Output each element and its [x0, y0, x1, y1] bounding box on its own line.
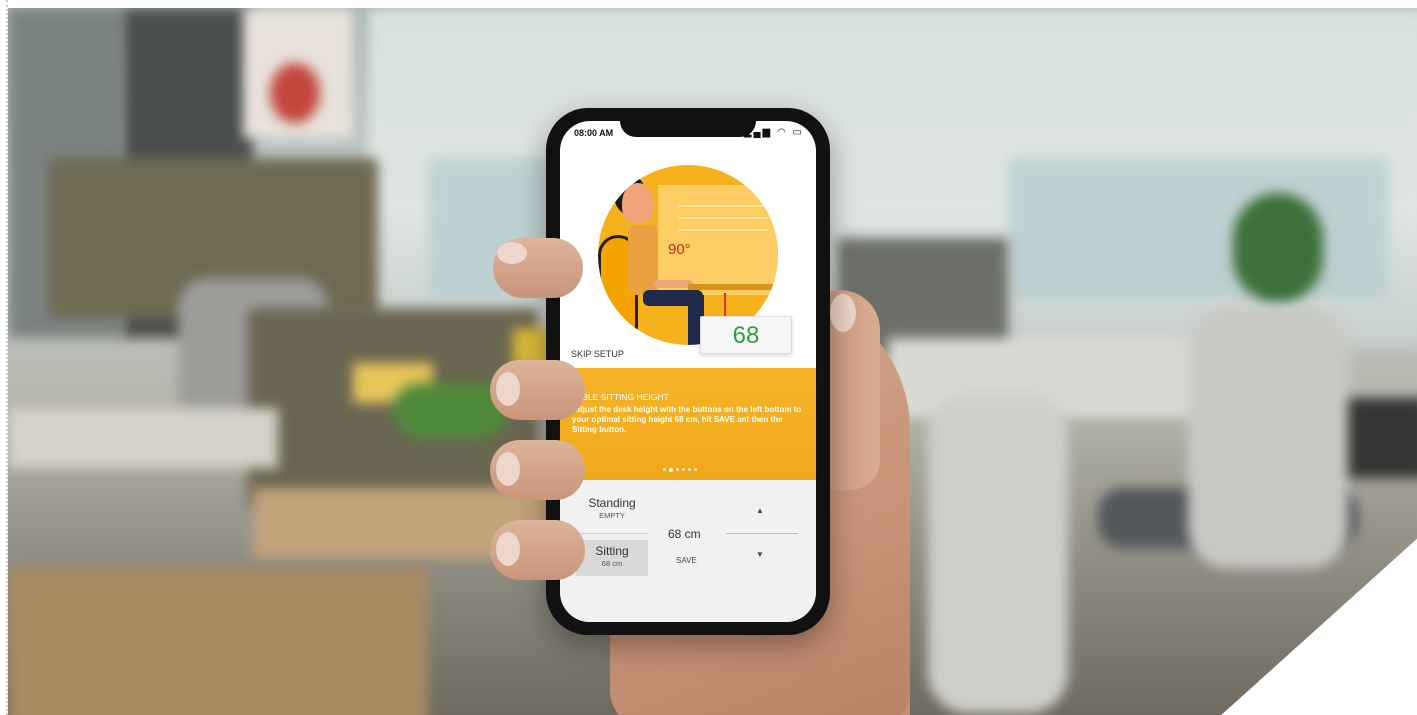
instruction-title: TABLE SITTING HEIGHT [572, 392, 669, 402]
finger-nail [496, 372, 520, 406]
background-poster-art [270, 63, 320, 123]
illustration-line [678, 217, 768, 219]
page-dot[interactable] [688, 468, 691, 471]
illustration-person-arm [653, 280, 693, 288]
background-chair [1188, 308, 1348, 568]
standing-label: Standing [588, 496, 636, 510]
height-display-card: 68 [700, 316, 792, 354]
sitting-preset-button[interactable]: Sitting 68 cm [576, 540, 648, 576]
wifi-icon: ◠ [777, 127, 788, 138]
finger-nail [496, 532, 520, 566]
battery-icon: ▭ [792, 127, 804, 138]
desk-controls: Standing EMPTY Sitting 68 cm 68 cm SAVE … [560, 480, 816, 622]
standing-value: EMPTY [599, 511, 625, 520]
arrow-divider [726, 533, 798, 534]
save-button[interactable]: SAVE [676, 556, 697, 565]
lower-desk-arrow-icon[interactable]: ▼ [756, 550, 764, 559]
instruction-panel: TABLE SITTING HEIGHT Adjust the desk hei… [560, 368, 816, 480]
hand-little-finger [490, 520, 585, 580]
background-desk [8, 408, 278, 468]
phone-screen: 08:00 AM ▂▄▆ ◠ ▭ 90° 68 SKIP SETUP TABLE… [560, 121, 816, 622]
background-box [8, 568, 428, 715]
illustration-line [678, 205, 768, 207]
sitting-label: Sitting [595, 544, 629, 558]
raise-desk-arrow-icon[interactable]: ▲ [756, 506, 764, 515]
smartphone: 08:00 AM ▂▄▆ ◠ ▭ 90° 68 SKIP SETUP TABLE… [546, 108, 830, 635]
instruction-body: Adjust the desk height with the buttons … [572, 405, 802, 434]
sitting-value: 68 cm [601, 559, 623, 568]
current-height: 68 cm [668, 527, 701, 541]
page-indicator [663, 468, 697, 472]
thumb-nail [830, 294, 856, 332]
page-dot[interactable] [676, 468, 679, 471]
page-dot[interactable] [682, 468, 685, 471]
signal-icon: ▂▄▆ [743, 127, 773, 138]
illustration-wall-panel [658, 185, 778, 295]
hand-index-finger [493, 238, 583, 298]
standing-preset-button[interactable]: Standing EMPTY [576, 496, 648, 520]
status-time: 08:00 AM [574, 128, 614, 138]
page-dot-active[interactable] [669, 468, 673, 472]
skip-setup-button[interactable]: SKIP SETUP [571, 349, 624, 359]
background-window-strip [1008, 158, 1388, 298]
page-left-border [0, 0, 8, 715]
finger-nail [496, 452, 520, 486]
background-plant [1233, 193, 1323, 303]
status-icons: ▂▄▆ ◠ ▭ [744, 127, 804, 138]
illustration-desk [688, 284, 778, 290]
angle-label: 90° [668, 241, 691, 258]
page-dot[interactable] [694, 468, 697, 471]
hand-ring-finger [490, 440, 585, 500]
preset-divider [576, 533, 648, 534]
illustration-line [678, 229, 768, 231]
page-dot[interactable] [663, 468, 666, 471]
finger-nail [497, 242, 527, 264]
hand-middle-finger [490, 360, 585, 420]
background-chair [928, 393, 1068, 713]
illustration-person-head [622, 183, 654, 223]
phone-notch [620, 121, 756, 137]
